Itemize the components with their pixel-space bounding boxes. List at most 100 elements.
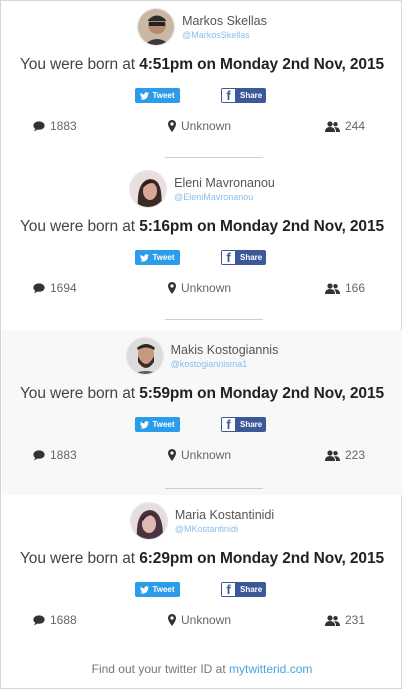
share-buttons: Tweet f Share — [2, 250, 402, 265]
location-value: Unknown — [181, 613, 232, 627]
footer-link[interactable]: mytwitterid.com — [229, 662, 312, 676]
tweet-count: 1883 — [33, 448, 77, 462]
facebook-share-button[interactable]: f Share — [221, 582, 266, 597]
born-at-text: You were born at 6:29pm on Monday 2nd No… — [2, 550, 402, 568]
divider — [165, 157, 263, 158]
born-at-text: You were born at 4:51pm on Monday 2nd No… — [2, 56, 402, 74]
facebook-f-icon: f — [221, 582, 236, 597]
follower-count-value: 231 — [345, 613, 366, 627]
stats-row: 1688 Unknown 231 — [2, 613, 402, 629]
profile-header: Makis Kostogiannis @kostogiannisma1 — [2, 336, 402, 376]
born-at-text: You were born at 5:59pm on Monday 2nd No… — [2, 385, 402, 403]
profile-card: Markos Skellas @MarkosSkellas You were b… — [2, 1, 402, 166]
divider — [165, 488, 263, 489]
tweet-button[interactable]: Tweet — [135, 417, 180, 432]
facebook-f-icon: f — [221, 88, 236, 103]
facebook-f-icon: f — [221, 250, 236, 265]
born-time: 4:51pm on Monday 2nd Nov, 2015 — [139, 56, 384, 73]
share-button-label: Share — [240, 420, 263, 429]
profile-card: Maria Kostantinidi @MKostantinidi You we… — [2, 495, 402, 660]
share-buttons: Tweet f Share — [2, 417, 402, 432]
page-frame: Markos Skellas @MarkosSkellas You were b… — [0, 0, 402, 689]
profile-card: Eleni Mavronanou @EleniMavronanou You we… — [2, 163, 402, 328]
users-icon — [325, 282, 340, 294]
users-icon — [325, 614, 340, 626]
divider — [165, 319, 263, 320]
tweet-count-value: 1883 — [50, 448, 77, 462]
map-marker-icon — [168, 120, 176, 132]
tweet-count: 1694 — [33, 281, 77, 295]
born-time: 6:29pm on Monday 2nd Nov, 2015 — [139, 550, 384, 567]
twitter-bird-icon — [140, 585, 150, 594]
facebook-share-button[interactable]: f Share — [221, 417, 266, 432]
twitter-bird-icon — [140, 91, 150, 100]
stats-row: 1883 Unknown 244 — [2, 119, 402, 135]
follower-count-value: 166 — [345, 281, 366, 295]
speech-bubble-icon — [33, 449, 45, 460]
follower-count-value: 223 — [345, 448, 366, 462]
display-name: Maria Kostantinidi — [174, 507, 275, 522]
profile-header: Markos Skellas @MarkosSkellas — [2, 7, 402, 47]
tweet-count: 1688 — [33, 613, 77, 627]
location: Unknown — [168, 281, 231, 295]
share-button-label: Share — [240, 585, 263, 594]
avatar[interactable] — [125, 337, 164, 375]
follower-count: 166 — [325, 281, 365, 295]
footer-text: Find out your twitter ID at — [91, 662, 230, 676]
profile-header: Maria Kostantinidi @MKostantinidi — [2, 501, 402, 541]
share-button-label: Share — [240, 253, 263, 262]
born-prefix: You were born at — [19, 218, 140, 235]
twitter-handle-link[interactable]: @MKostantinidi — [175, 523, 274, 535]
map-marker-icon — [168, 614, 176, 626]
map-marker-icon — [168, 449, 176, 461]
tweet-button[interactable]: Tweet — [135, 582, 180, 597]
display-name: Markos Skellas — [182, 13, 267, 28]
tweet-count-value: 1883 — [50, 119, 77, 133]
twitter-bird-icon — [140, 420, 150, 429]
display-name: Eleni Mavronanou — [174, 175, 275, 190]
born-at-text: You were born at 5:16pm on Monday 2nd No… — [2, 218, 402, 236]
tweet-button[interactable]: Tweet — [135, 250, 180, 265]
avatar[interactable] — [129, 502, 168, 540]
share-buttons: Tweet f Share — [2, 88, 402, 103]
profile-card: Makis Kostogiannis @kostogiannisma1 You … — [2, 330, 402, 495]
speech-bubble-icon — [33, 614, 45, 625]
share-button-label: Share — [240, 91, 263, 100]
born-time: 5:16pm on Monday 2nd Nov, 2015 — [139, 218, 384, 235]
tweet-count: 1883 — [33, 119, 77, 133]
users-icon — [325, 120, 340, 132]
tweet-button-label: Tweet — [152, 253, 175, 262]
avatar[interactable] — [137, 8, 176, 46]
twitter-handle-link[interactable]: @MarkosSkellas — [182, 29, 267, 41]
location: Unknown — [168, 448, 231, 462]
facebook-share-button[interactable]: f Share — [221, 250, 266, 265]
location: Unknown — [168, 613, 231, 627]
tweet-button-label: Tweet — [152, 420, 175, 429]
born-prefix: You were born at — [19, 385, 140, 402]
facebook-share-button[interactable]: f Share — [221, 88, 266, 103]
follower-count: 244 — [325, 119, 365, 133]
location-value: Unknown — [181, 119, 232, 133]
location: Unknown — [168, 119, 231, 133]
follower-count-value: 244 — [345, 119, 366, 133]
facebook-f-icon: f — [221, 417, 236, 432]
twitter-handle-link[interactable]: @EleniMavronanou — [174, 191, 275, 203]
tweet-button[interactable]: Tweet — [135, 88, 180, 103]
speech-bubble-icon — [33, 282, 45, 293]
profile-header: Eleni Mavronanou @EleniMavronanou — [2, 169, 402, 209]
follower-count: 223 — [325, 448, 365, 462]
map-marker-icon — [168, 282, 176, 294]
location-value: Unknown — [181, 281, 232, 295]
tweet-button-label: Tweet — [152, 91, 175, 100]
tweet-count-value: 1694 — [50, 281, 77, 295]
twitter-bird-icon — [140, 253, 150, 262]
share-buttons: Tweet f Share — [2, 582, 402, 597]
footer: Find out your twitter ID at mytwitterid.… — [1, 662, 402, 676]
location-value: Unknown — [181, 448, 232, 462]
stats-row: 1883 Unknown 223 — [2, 448, 402, 464]
tweet-count-value: 1688 — [50, 613, 77, 627]
born-prefix: You were born at — [19, 56, 140, 73]
twitter-handle-link[interactable]: @kostogiannisma1 — [171, 358, 279, 370]
avatar[interactable] — [129, 170, 168, 208]
born-time: 5:59pm on Monday 2nd Nov, 2015 — [139, 385, 384, 402]
